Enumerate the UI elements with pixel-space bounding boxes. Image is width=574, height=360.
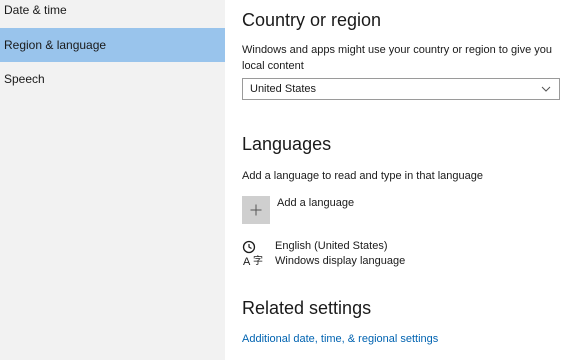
- related-settings-heading: Related settings: [242, 298, 372, 318]
- settings-window: Date & time Region & language Speech Cou…: [0, 0, 574, 360]
- sidebar-item-date-time[interactable]: Date & time: [0, 0, 225, 27]
- svg-text:A: A: [243, 256, 251, 268]
- language-icon: A 字: [242, 240, 263, 268]
- language-detail: Windows display language: [275, 255, 406, 267]
- language-item-english[interactable]: English (United States) Windows display …: [275, 239, 405, 269]
- add-language-label[interactable]: Add a language: [277, 197, 354, 209]
- languages-description: Add a language to read and type in that …: [242, 170, 483, 182]
- language-name: English (United States): [275, 240, 388, 252]
- country-description: Windows and apps might use your country …: [242, 44, 552, 72]
- sidebar-item-speech[interactable]: Speech: [0, 62, 225, 96]
- country-dropdown[interactable]: United States: [242, 78, 560, 100]
- sidebar-item-label: Speech: [4, 72, 45, 86]
- country-selected-value: United States: [250, 83, 317, 95]
- chevron-down-icon: [541, 86, 551, 92]
- sidebar-item-label: Region & language: [4, 38, 107, 52]
- additional-regional-settings-link[interactable]: Additional date, time, & regional settin…: [242, 333, 438, 345]
- main-content: Country or region Windows and apps might…: [225, 0, 574, 360]
- country-heading: Country or region: [242, 10, 382, 30]
- languages-heading: Languages: [242, 134, 332, 154]
- sidebar: Date & time Region & language Speech: [0, 0, 225, 360]
- add-language-button[interactable]: [242, 196, 270, 224]
- svg-text:字: 字: [253, 254, 263, 267]
- sidebar-item-region-language[interactable]: Region & language: [0, 28, 225, 62]
- sidebar-item-label: Date & time: [4, 3, 67, 17]
- plus-icon: [250, 204, 262, 216]
